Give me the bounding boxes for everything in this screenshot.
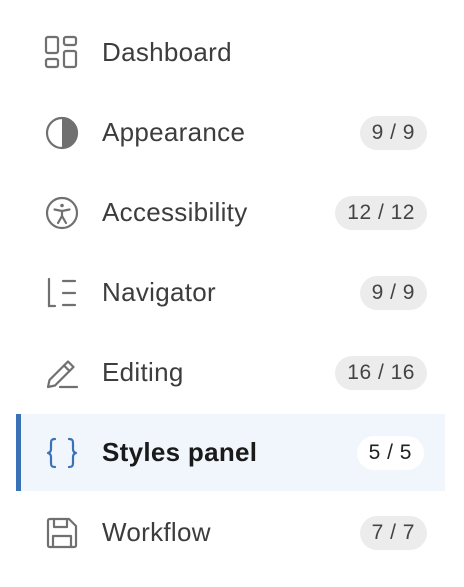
sidebar-item-appearance[interactable]: Appearance 9 / 9	[0, 93, 464, 173]
curly-braces-icon	[44, 435, 80, 471]
sidebar-item-label: Editing	[102, 356, 184, 387]
settings-sidebar-nav: Dashboard Appearance 9 / 9 Accessibility…	[0, 13, 464, 573]
sidebar-item-label: Workflow	[102, 516, 211, 547]
sidebar-item-styles-panel[interactable]: Styles panel 5 / 5	[16, 414, 445, 491]
sidebar-item-workflow[interactable]: Workflow 7 / 7	[0, 493, 464, 573]
count-badge: 5 / 5	[356, 435, 424, 470]
count-badge: 7 / 7	[359, 516, 427, 550]
sidebar-item-dashboard[interactable]: Dashboard	[0, 13, 464, 93]
count-badge: 9 / 9	[359, 116, 427, 150]
save-floppy-icon	[44, 515, 80, 551]
count-badge: 9 / 9	[359, 276, 427, 310]
count-badge: 12 / 12	[335, 196, 427, 230]
navigator-tree-icon	[44, 275, 80, 311]
sidebar-item-label: Styles panel	[102, 436, 258, 467]
count-badge: 16 / 16	[335, 356, 427, 390]
selection-indicator	[16, 414, 21, 491]
pencil-icon	[44, 355, 80, 391]
sidebar-item-label: Navigator	[102, 276, 216, 307]
sidebar-item-label: Accessibility	[102, 196, 248, 227]
sidebar-item-label: Appearance	[102, 116, 246, 147]
sidebar-item-navigator[interactable]: Navigator 9 / 9	[0, 253, 464, 333]
dashboard-grid-icon	[44, 35, 80, 71]
sidebar-item-label: Dashboard	[102, 36, 232, 67]
half-circle-contrast-icon	[44, 115, 80, 151]
sidebar-item-editing[interactable]: Editing 16 / 16	[0, 333, 464, 413]
sidebar-item-accessibility[interactable]: Accessibility 12 / 12	[0, 173, 464, 253]
accessibility-person-icon	[44, 195, 80, 231]
